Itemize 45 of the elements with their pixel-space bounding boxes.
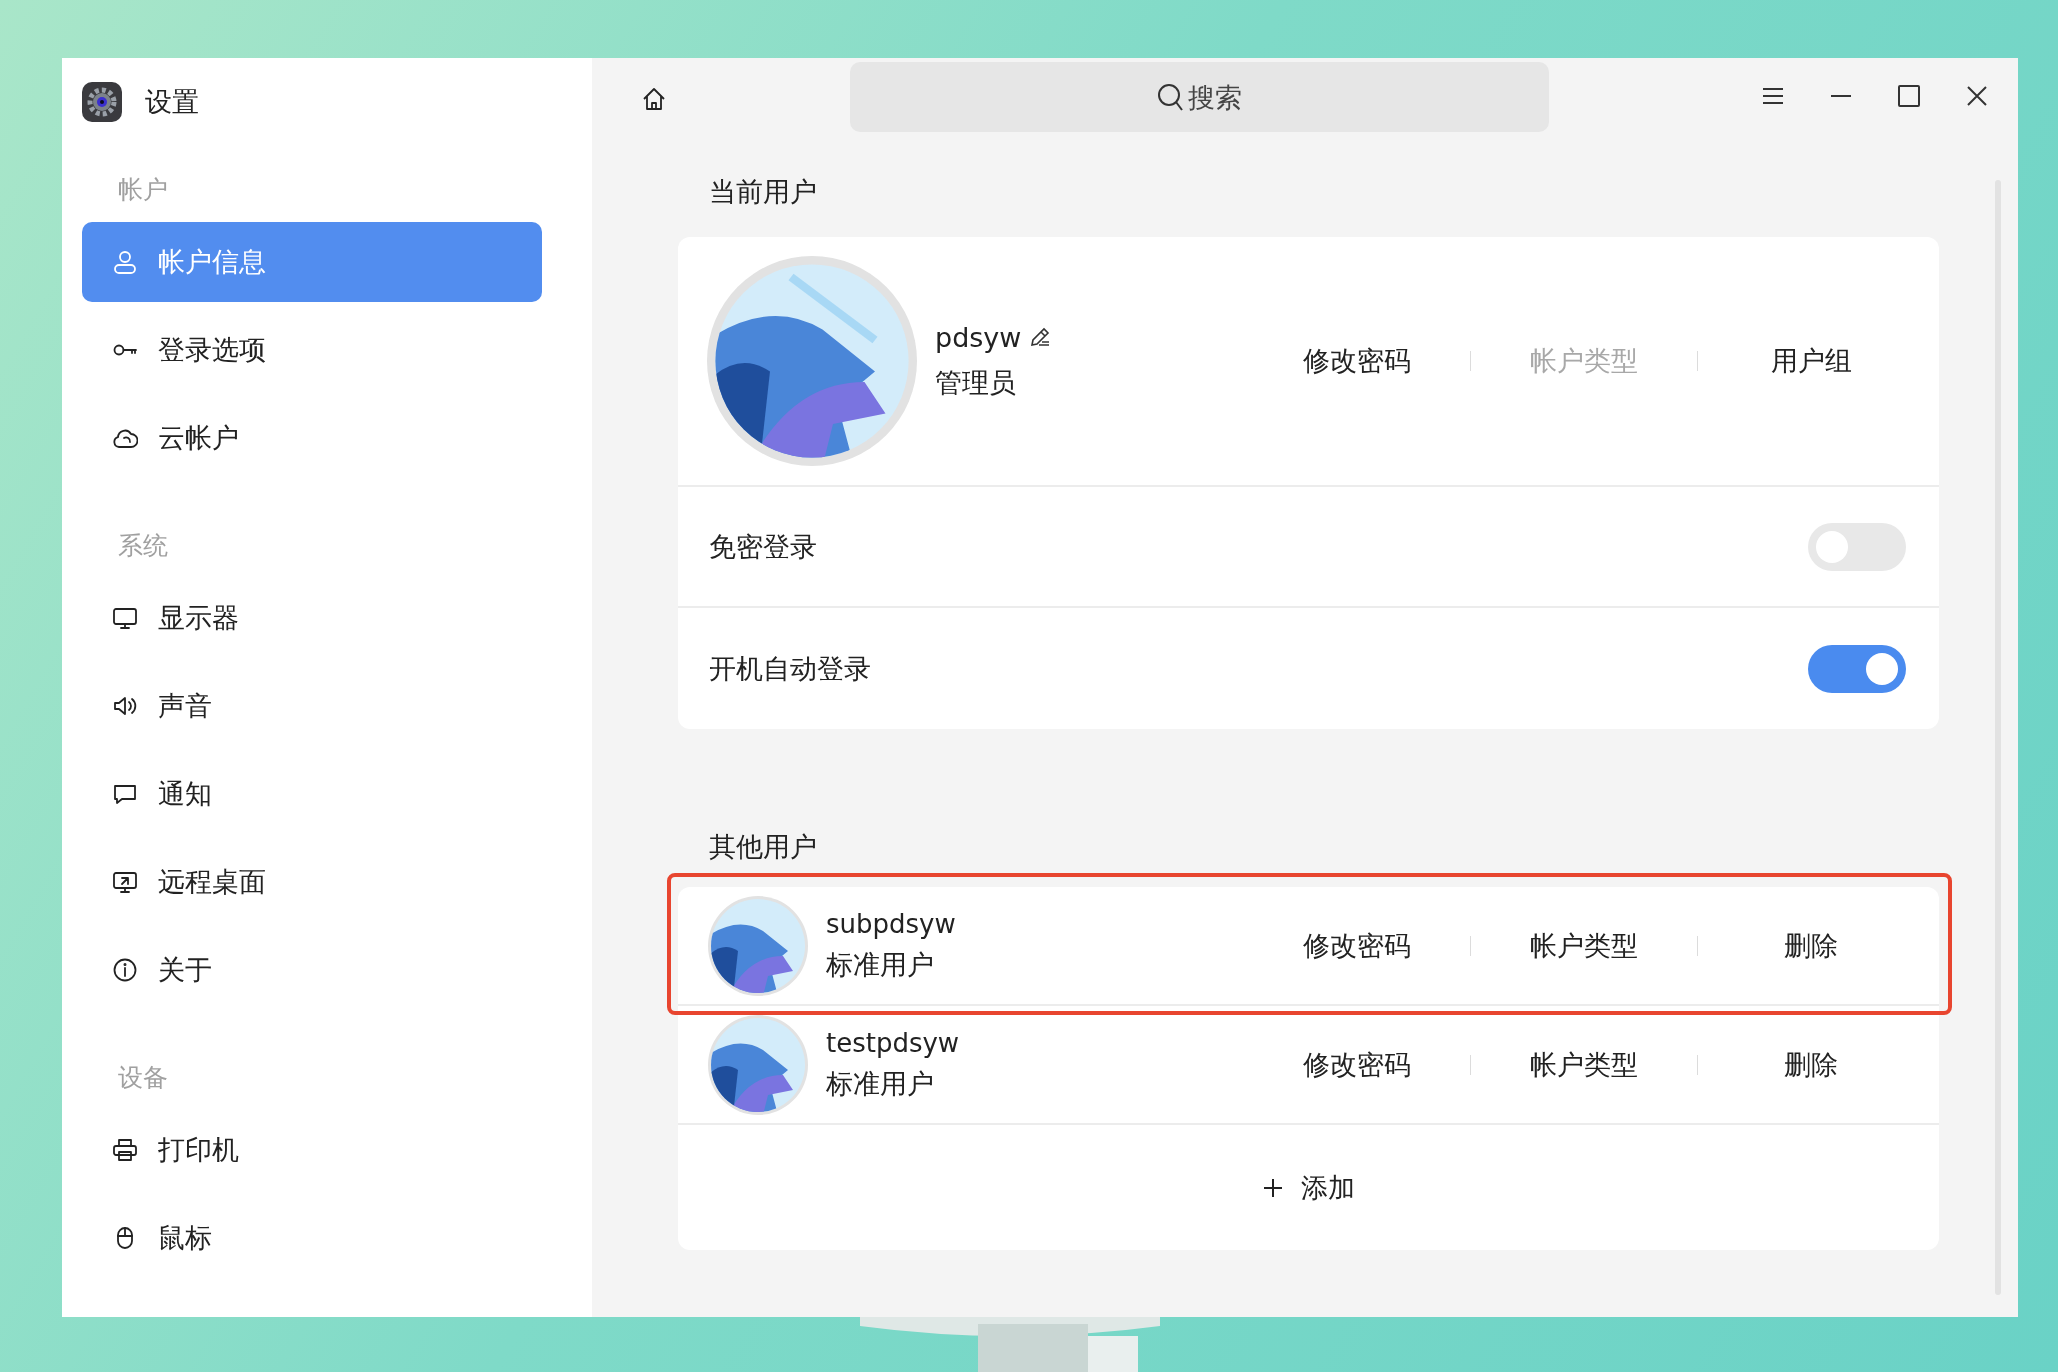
plus-icon xyxy=(1262,1177,1283,1198)
action-button[interactable]: 修改密码 xyxy=(1244,343,1470,379)
user-icon xyxy=(112,249,138,275)
user-name: testpdsyw xyxy=(826,1027,960,1058)
close-icon[interactable] xyxy=(1965,84,1989,108)
section-header: 帐户 xyxy=(118,174,168,206)
section-title: 当前用户 xyxy=(709,175,817,209)
gear-icon xyxy=(82,82,122,122)
section-header: 系统 xyxy=(118,530,168,562)
sidebar-item[interactable]: 登录选项 xyxy=(82,310,542,390)
sidebar-item[interactable]: 显示器 xyxy=(82,578,542,658)
user-role: 标准用户 xyxy=(826,1066,934,1101)
search-field[interactable]: 搜索 xyxy=(850,62,1549,132)
user-role: 标准用户 xyxy=(826,947,934,982)
sidebar-item[interactable]: 云帐户 xyxy=(82,398,542,478)
action-button[interactable]: 帐户类型 xyxy=(1471,927,1697,964)
user-role: 管理员 xyxy=(935,365,1016,400)
action-button[interactable]: 帐户类型 xyxy=(1471,1046,1697,1083)
section-title: 其他用户 xyxy=(709,830,817,864)
app-title: 设置 xyxy=(145,85,199,119)
action-button[interactable]: 修改密码 xyxy=(1244,927,1470,964)
maximize-icon[interactable] xyxy=(1897,84,1921,108)
sidebar-item[interactable]: 打印机 xyxy=(82,1110,542,1190)
action-button[interactable]: 删除 xyxy=(1698,1046,1924,1083)
action-button[interactable]: 用户组 xyxy=(1698,343,1924,379)
toggle-switch[interactable] xyxy=(1808,644,1906,693)
sidebar-item[interactable]: 声音 xyxy=(82,666,542,746)
printer-icon xyxy=(112,1137,138,1163)
search-icon xyxy=(1156,82,1184,112)
add-button[interactable]: 添加 xyxy=(1300,1169,1355,1206)
setting-label: 开机自动登录 xyxy=(709,651,871,686)
sidebar-item[interactable]: 通知 xyxy=(82,754,542,834)
user-name: pdsyw xyxy=(935,321,1022,353)
sidebar-item[interactable]: 关于 xyxy=(82,930,542,1010)
sidebar-item[interactable]: 远程桌面 xyxy=(82,842,542,922)
monitor-icon xyxy=(112,605,138,631)
remote-desktop-icon xyxy=(112,869,138,895)
setting-label: 免密登录 xyxy=(709,529,817,564)
action-button[interactable]: 修改密码 xyxy=(1244,1046,1470,1083)
info-icon xyxy=(112,957,138,983)
user-name: subpdsyw xyxy=(826,908,956,939)
action-button[interactable]: 删除 xyxy=(1698,927,1924,964)
section-header: 设备 xyxy=(118,1062,168,1094)
sidebar-item[interactable]: 鼠标 xyxy=(82,1198,542,1278)
edit-icon[interactable] xyxy=(1029,326,1052,348)
